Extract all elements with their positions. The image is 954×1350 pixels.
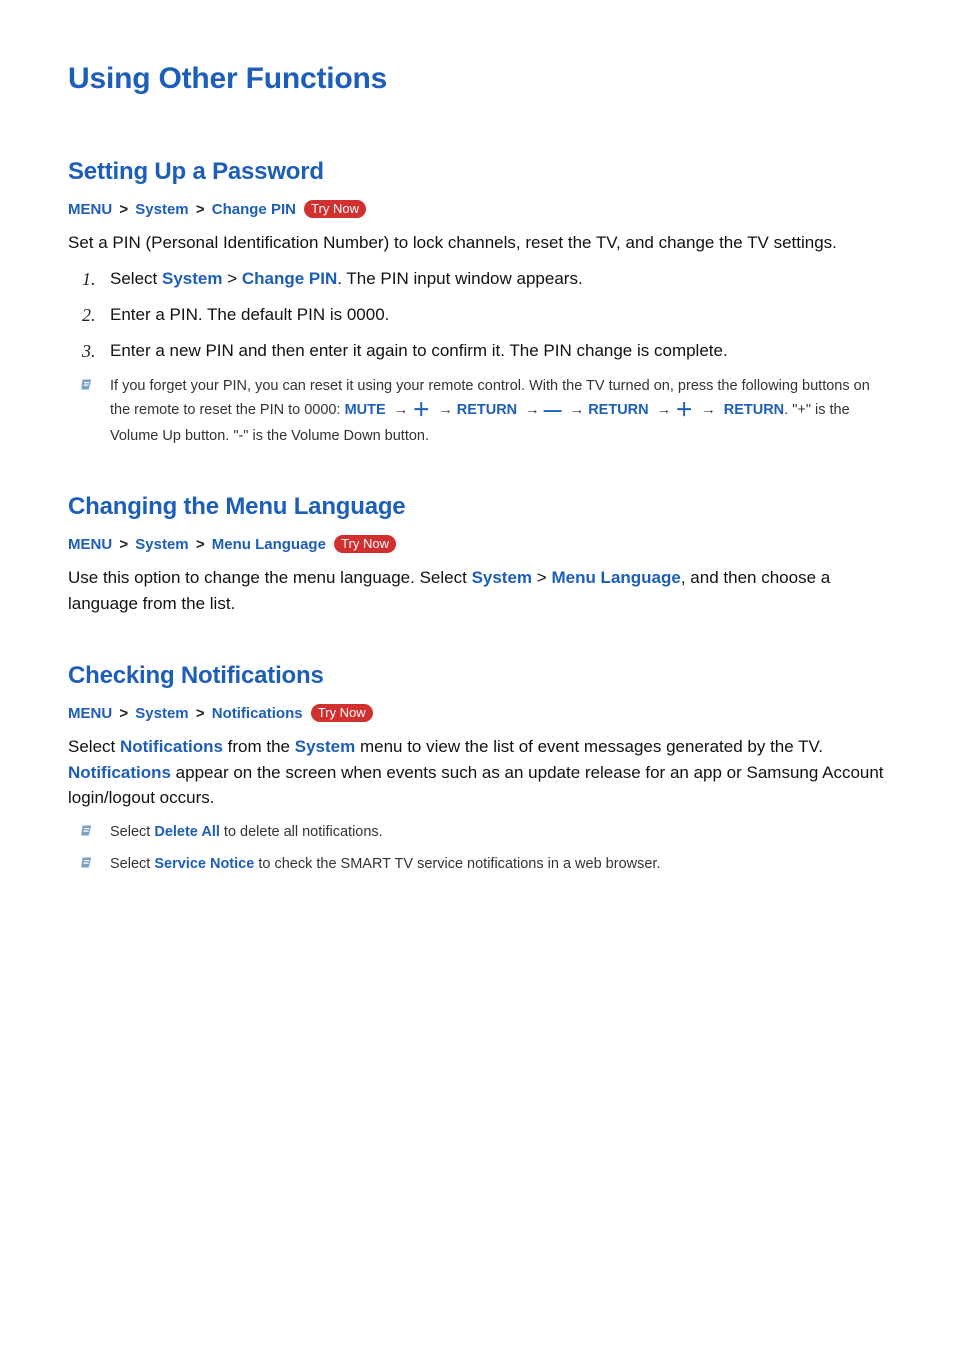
note-icon: [80, 853, 96, 875]
steps-list: Select System > Change PIN. The PIN inpu…: [68, 266, 886, 365]
section-heading: Checking Notifications: [68, 662, 886, 690]
section-body: Use this option to change the menu langu…: [68, 565, 886, 616]
text-fragment: menu to view the list of event messages …: [355, 737, 823, 756]
key-plus: ＋: [412, 400, 430, 420]
step-item: Enter a PIN. The default PIN is 0000.: [88, 302, 886, 328]
chevron-icon: >: [227, 269, 237, 288]
menu-path: MENU > System > Change PIN Try Now: [68, 200, 886, 218]
chevron-icon: >: [116, 705, 131, 722]
link-notifications[interactable]: Notifications: [120, 737, 223, 756]
section-intro: Set a PIN (Personal Identification Numbe…: [68, 230, 886, 256]
note-block: Select Service Notice to check the SMART…: [68, 853, 886, 875]
try-now-button[interactable]: Try Now: [311, 704, 373, 722]
text-fragment: Select: [68, 737, 120, 756]
arrow-icon: →: [653, 402, 676, 418]
menu-path: MENU > System > Notifications Try Now: [68, 704, 886, 722]
link-system[interactable]: System: [295, 737, 355, 756]
chevron-icon: >: [116, 536, 131, 553]
text-fragment: appear on the screen when events such as…: [68, 763, 884, 808]
link-delete-all[interactable]: Delete All: [154, 824, 220, 840]
chevron-icon: >: [537, 568, 547, 587]
text-fragment: from the: [223, 737, 295, 756]
step-text: Select: [110, 269, 162, 288]
key-return: RETURN: [724, 402, 784, 418]
arrow-icon: →: [566, 402, 589, 418]
note-icon: [80, 821, 96, 843]
step-item: Enter a new PIN and then enter it again …: [88, 338, 886, 364]
section-notifications: Checking Notifications MENU > System > N…: [68, 662, 886, 875]
note-block: If you forget your PIN, you can reset it…: [68, 375, 886, 448]
arrow-icon: →: [697, 402, 720, 418]
key-minus: —: [544, 400, 562, 420]
link-service-notice[interactable]: Service Notice: [154, 856, 254, 872]
key-plus: ＋: [675, 400, 693, 420]
link-system[interactable]: System: [472, 568, 532, 587]
section-heading: Changing the Menu Language: [68, 493, 886, 521]
path-menu[interactable]: MENU: [68, 705, 112, 722]
link-menu-language[interactable]: Menu Language: [551, 568, 680, 587]
key-return: RETURN: [457, 402, 517, 418]
step-item: Select System > Change PIN. The PIN inpu…: [88, 266, 886, 292]
document-page: Using Other Functions Setting Up a Passw…: [0, 0, 954, 962]
text-fragment: Select: [110, 824, 154, 840]
chevron-icon: >: [193, 536, 208, 553]
page-title: Using Other Functions: [68, 62, 886, 96]
note-block: Select Delete All to delete all notifica…: [68, 821, 886, 843]
path-change-pin[interactable]: Change PIN: [212, 201, 296, 218]
note-text: Select Delete All to delete all notifica…: [110, 821, 383, 843]
text-fragment: to delete all notifications.: [220, 824, 383, 840]
note-text: If you forget your PIN, you can reset it…: [110, 375, 886, 448]
path-menu[interactable]: MENU: [68, 536, 112, 553]
key-return: RETURN: [588, 402, 648, 418]
arrow-icon: →: [434, 402, 457, 418]
link-notifications[interactable]: Notifications: [68, 763, 171, 782]
arrow-icon: →: [521, 402, 544, 418]
path-notifications[interactable]: Notifications: [212, 705, 303, 722]
section-heading: Setting Up a Password: [68, 158, 886, 186]
link-change-pin[interactable]: Change PIN: [242, 269, 337, 288]
key-mute: MUTE: [345, 402, 386, 418]
link-system[interactable]: System: [162, 269, 222, 288]
menu-path: MENU > System > Menu Language Try Now: [68, 535, 886, 553]
note-text: Select Service Notice to check the SMART…: [110, 853, 660, 875]
chevron-icon: >: [193, 705, 208, 722]
path-menu-language[interactable]: Menu Language: [212, 536, 326, 553]
path-system[interactable]: System: [135, 201, 188, 218]
text-fragment: Use this option to change the menu langu…: [68, 568, 472, 587]
section-setting-up-password: Setting Up a Password MENU > System > Ch…: [68, 158, 886, 447]
arrow-icon: →: [390, 402, 413, 418]
section-menu-language: Changing the Menu Language MENU > System…: [68, 493, 886, 616]
chevron-icon: >: [193, 201, 208, 218]
text-fragment: Select: [110, 856, 154, 872]
step-text: . The PIN input window appears.: [337, 269, 582, 288]
note-icon: [80, 375, 96, 448]
path-system[interactable]: System: [135, 705, 188, 722]
try-now-button[interactable]: Try Now: [334, 535, 396, 553]
text-fragment: to check the SMART TV service notificati…: [254, 856, 660, 872]
path-menu[interactable]: MENU: [68, 201, 112, 218]
try-now-button[interactable]: Try Now: [304, 200, 366, 218]
section-body: Select Notifications from the System men…: [68, 734, 886, 811]
chevron-icon: >: [116, 201, 131, 218]
path-system[interactable]: System: [135, 536, 188, 553]
